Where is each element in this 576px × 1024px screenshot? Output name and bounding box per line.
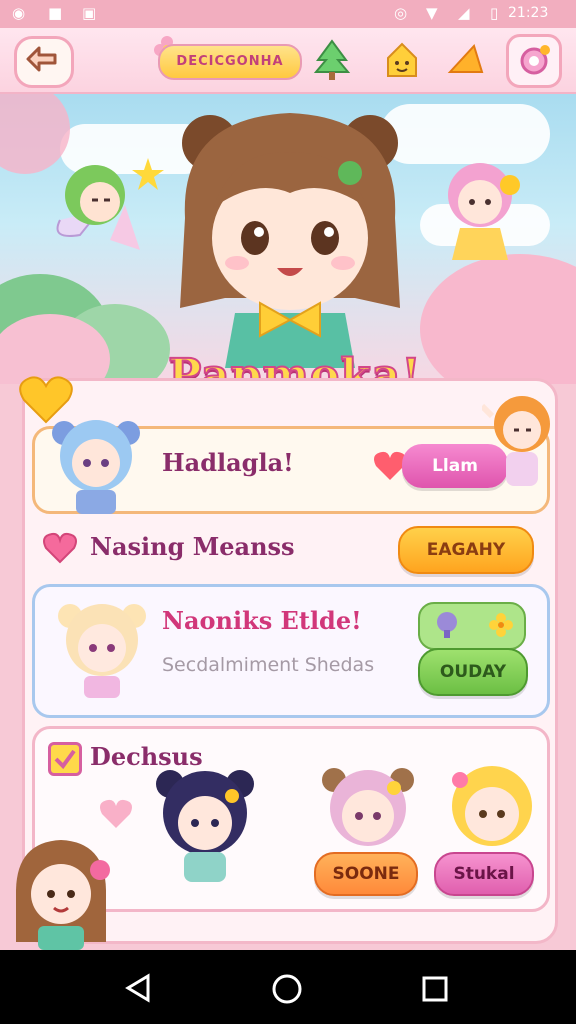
card-2-button[interactable]: EAGAHY: [398, 526, 534, 574]
top-bar: DECICGONHA: [0, 28, 576, 94]
dark-hair-character: [156, 770, 254, 882]
clock: 21:23: [508, 5, 549, 21]
home-nav-icon[interactable]: [270, 972, 304, 1006]
card-3-icons-box[interactable]: [418, 602, 526, 650]
card-4-button-2[interactable]: Stukal: [434, 852, 534, 896]
signal-icon: ◢: [458, 4, 470, 22]
tree-icon[interactable]: [310, 38, 354, 82]
card-4-button-1[interactable]: SOONE: [314, 852, 418, 896]
tree-icon: [437, 612, 457, 638]
navigation-bar: [0, 950, 576, 1024]
sync-icon: ◉: [12, 4, 26, 22]
battery-saver-icon: ▣: [82, 4, 97, 22]
back-arrow-icon: [26, 46, 57, 72]
fairy-character: [56, 158, 164, 250]
pink-hair-character: [322, 768, 414, 846]
back-button[interactable]: [14, 36, 74, 88]
card-3-subtitle: Secdalmiment Shedas: [162, 654, 375, 676]
card-2-label: Nasing Meanss: [90, 532, 295, 561]
orange-hair-character: [482, 396, 550, 486]
pink-girl-character: [448, 163, 520, 260]
card-3-title: Naoniks Etlde!: [162, 606, 362, 635]
notification-icon: ■: [48, 4, 63, 22]
yellow-hair-character: [452, 766, 532, 846]
blonde-character: [58, 604, 146, 698]
heart-icon: [100, 799, 132, 828]
title-banner: DECICGONHA: [158, 44, 302, 80]
recents-nav-icon[interactable]: [420, 974, 450, 1004]
status-bar: ◉ ■ ▣ ◎ ▼ ◢ ▯ 21:23: [0, 0, 576, 28]
main-character: [180, 113, 400, 368]
blue-hair-character: [52, 420, 140, 514]
alarm-icon: ◎: [394, 4, 408, 22]
checkbox[interactable]: [48, 742, 82, 776]
house-icon[interactable]: [380, 38, 424, 82]
wifi-icon: ▼: [426, 4, 438, 22]
check-icon: [54, 749, 76, 770]
warning-icon[interactable]: [444, 38, 488, 82]
back-nav-icon[interactable]: [122, 972, 154, 1004]
heart-icon: [43, 532, 77, 564]
settings-button[interactable]: [506, 34, 562, 88]
brown-hair-character: [16, 840, 110, 950]
battery-icon: ▯: [490, 4, 499, 22]
gear-icon: [520, 45, 550, 75]
card-3-button[interactable]: OUDAY: [418, 648, 528, 696]
flower-icon: [489, 613, 513, 637]
card-1-label: Hadlagla!: [162, 448, 294, 477]
